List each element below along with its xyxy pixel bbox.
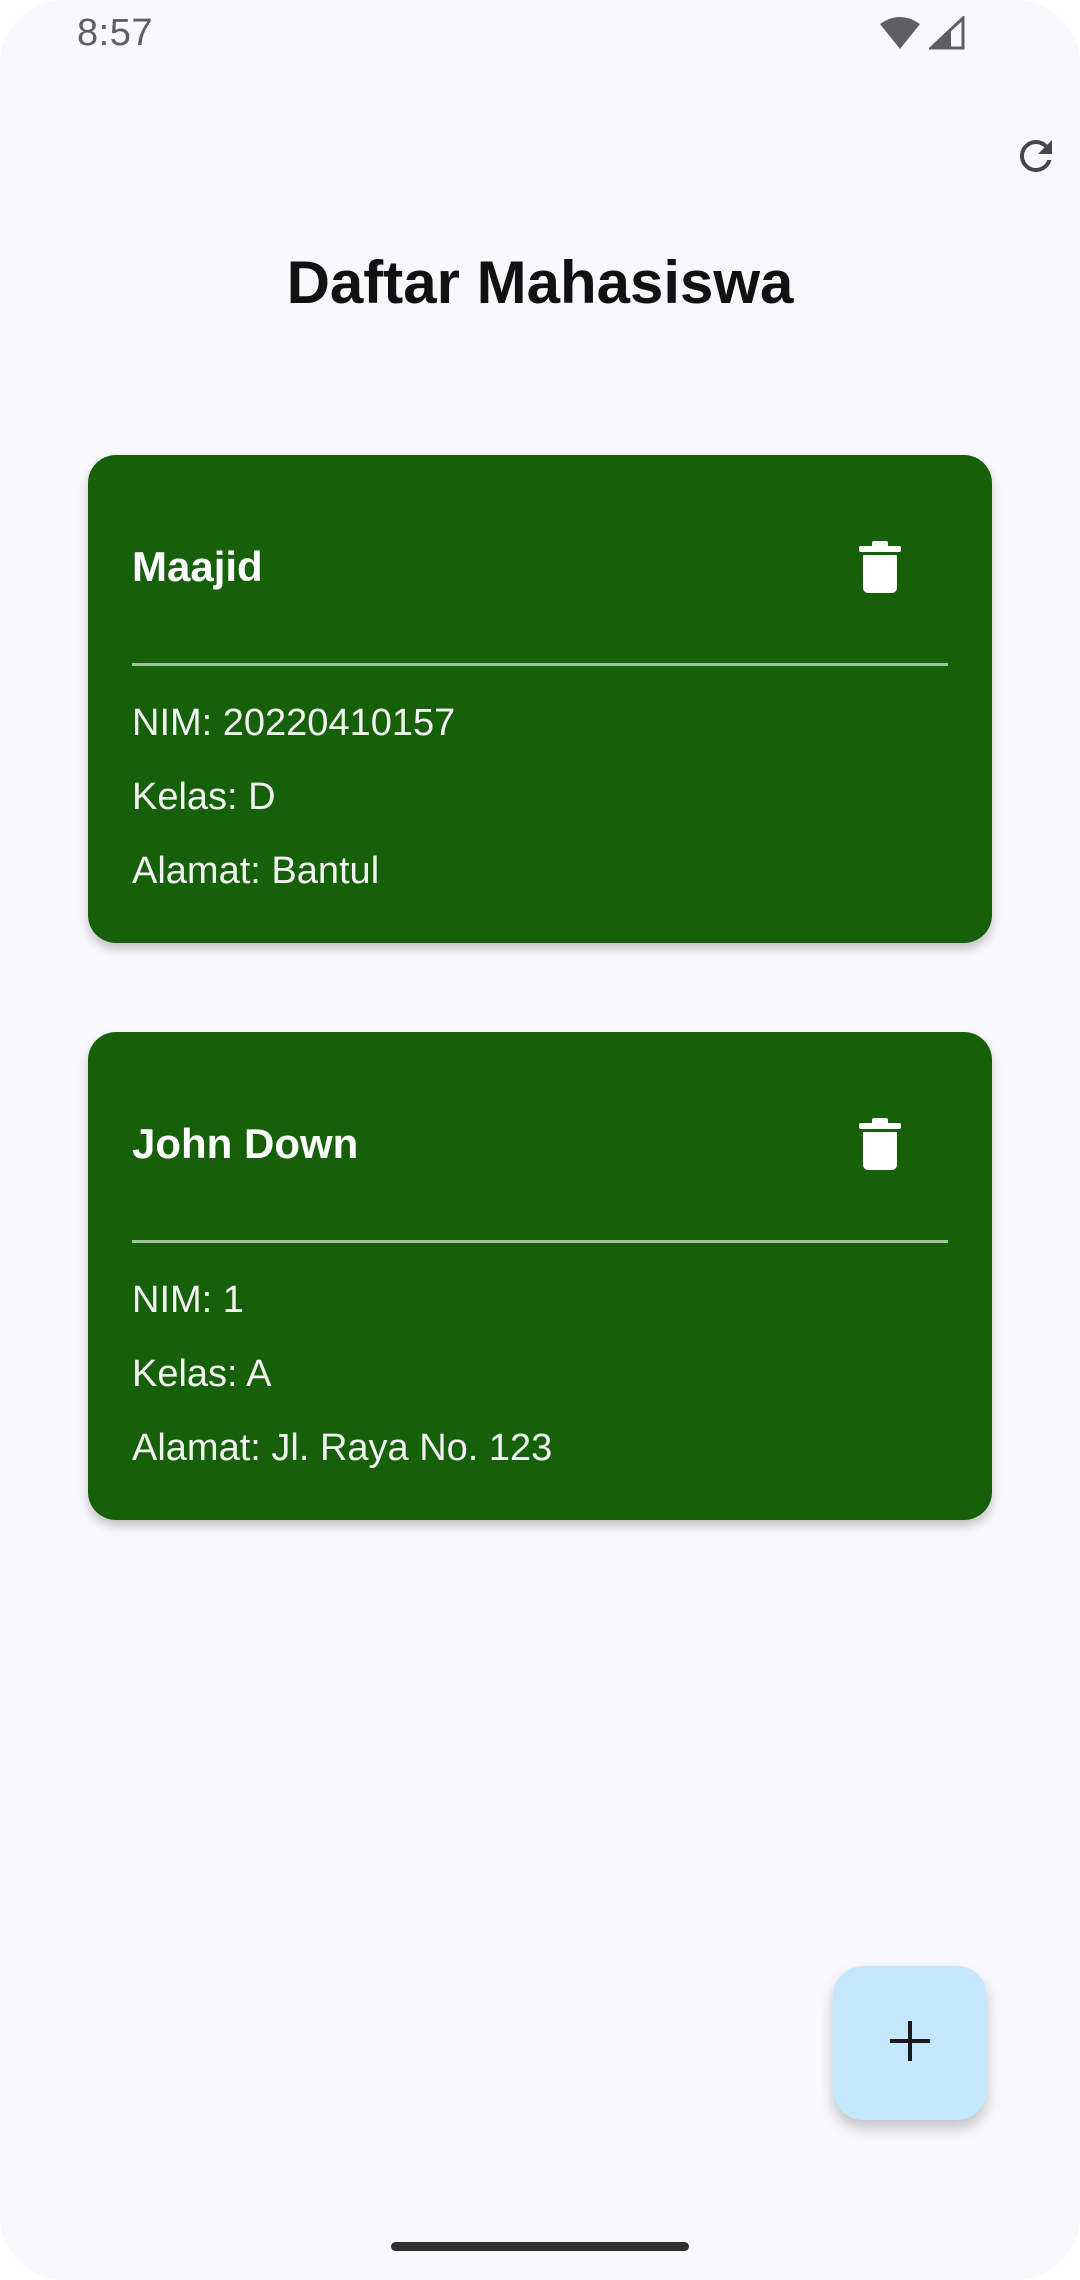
student-nim: NIM: 1 bbox=[132, 1279, 244, 1321]
trash-icon bbox=[859, 1117, 901, 1175]
student-name: Maajid bbox=[132, 543, 263, 590]
refresh-icon bbox=[1012, 132, 1060, 185]
delete-button[interactable] bbox=[850, 1116, 910, 1176]
wifi-icon bbox=[879, 16, 921, 55]
app-screen: 8:57 Daftar Mahasiswa Maajid NIM: 202204… bbox=[0, 0, 1080, 2280]
student-kelas: Kelas: D bbox=[132, 776, 276, 818]
card-divider bbox=[132, 1240, 948, 1243]
student-name: John Down bbox=[132, 1120, 359, 1167]
page-title: Daftar Mahasiswa bbox=[286, 249, 794, 316]
status-icons bbox=[879, 14, 965, 55]
delete-button[interactable] bbox=[850, 539, 910, 599]
student-alamat: Alamat: Bantul bbox=[132, 850, 380, 892]
plus-icon bbox=[888, 2019, 932, 2068]
gesture-nav-handle[interactable] bbox=[391, 2242, 689, 2251]
cell-signal-icon bbox=[927, 14, 965, 55]
status-time: 8:57 bbox=[77, 12, 153, 54]
trash-icon bbox=[859, 540, 901, 598]
student-alamat: Alamat: Jl. Raya No. 123 bbox=[132, 1427, 553, 1469]
status-bar: 8:57 bbox=[0, 0, 1080, 70]
student-kelas: Kelas: A bbox=[132, 1353, 272, 1395]
card-divider bbox=[132, 663, 948, 666]
student-card[interactable]: Maajid NIM: 20220410157 Kelas: D Alamat:… bbox=[88, 455, 992, 943]
add-student-button[interactable] bbox=[833, 1966, 987, 2120]
student-nim: NIM: 20220410157 bbox=[132, 702, 456, 744]
refresh-button[interactable] bbox=[1004, 126, 1068, 190]
student-card[interactable]: John Down NIM: 1 Kelas: A Alamat: Jl. Ra… bbox=[88, 1032, 992, 1520]
